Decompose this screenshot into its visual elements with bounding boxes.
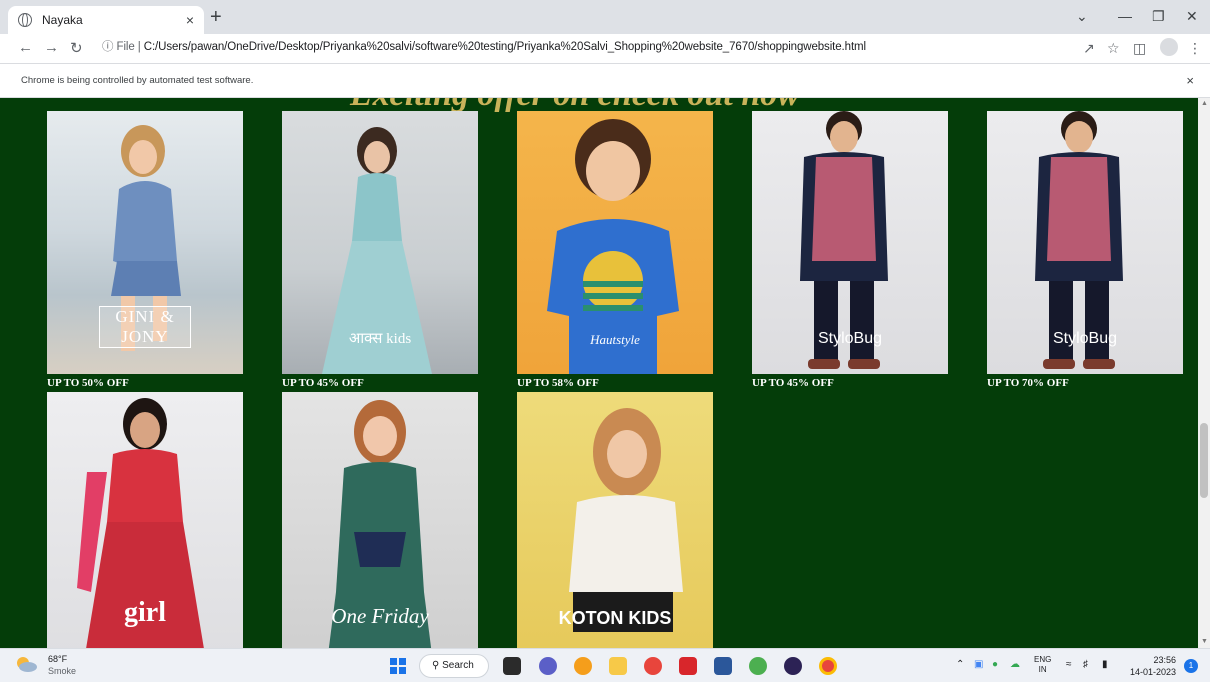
teams-chat-icon[interactable] [539,657,557,675]
product-brand: girl [124,597,166,628]
product-card-aks-kids[interactable]: आक्स kids [282,111,478,374]
scroll-thumb[interactable] [1200,423,1208,498]
tab-close-icon[interactable]: × [186,12,194,28]
scroll-down-arrow-icon[interactable]: ▼ [1201,638,1208,645]
system-clock[interactable]: 23:56 14-01-2023 [1128,654,1176,678]
weather-temperature: 68°F [48,654,68,664]
product-brand: StyloBug [817,330,883,347]
browser-toolbar: ← → ↻ ⓘ File | C:/Users/pawan/OneDrive/D… [0,34,1210,64]
word-icon[interactable] [714,657,732,675]
url-prefix: File [116,41,135,53]
clock-time: 23:56 [1153,655,1176,665]
reload-icon[interactable]: ↻ [70,39,83,57]
product-card-girl[interactable]: girl [47,392,243,648]
address-bar[interactable]: ⓘ File | C:/Users/pawan/OneDrive/Desktop… [102,38,866,54]
battery-icon[interactable]: ▮ [1102,659,1108,670]
task-view-icon[interactable] [503,657,521,675]
shopping-page: Exciting offer on check out now GINI & J… [0,98,1198,648]
new-tab-button[interactable]: + [210,7,222,27]
product-brand: KOTON KIDS [558,608,672,628]
tab-title: Nayaka [42,13,83,27]
search-label: Search [442,660,474,671]
tab-strip: Nayaka × + ⌄ — ❐ ✕ [0,0,1210,34]
taskbar-search-button[interactable]: ⚲ Search [419,654,489,678]
product-card-one-friday[interactable]: One Friday [282,392,478,648]
wifi-icon[interactable]: ≈ [1066,659,1072,670]
product-card-gini-jony[interactable]: GINI & JONY [47,111,243,374]
back-arrow-icon[interactable]: ← [18,39,33,56]
region-code: IN [1038,665,1047,674]
tray-overflow-chevron-icon[interactable]: ⌃ [956,659,964,670]
url-text: C:/Users/pawan/OneDrive/Desktop/Priyanka… [143,41,866,53]
offer-label: UP TO 45% OFF [752,377,834,389]
scroll-up-arrow-icon[interactable]: ▲ [1201,100,1208,107]
forward-arrow-icon[interactable]: → [44,39,59,56]
paint-app-icon[interactable] [749,657,767,675]
infobar-close-icon[interactable]: × [1186,73,1194,88]
tab-search-chevron-icon[interactable]: ⌄ [1076,8,1088,25]
notification-badge[interactable]: 1 [1184,659,1198,673]
automation-infobar: Chrome is being controlled by automated … [0,64,1210,98]
product-brand: GINI & JONY [99,306,191,348]
eclipse-icon[interactable] [784,657,802,675]
weather-description: Smoke [48,666,77,676]
offer-label: UP TO 45% OFF [282,377,364,389]
search-icon: ⚲ [432,660,440,671]
language-code: ENG [1034,655,1052,664]
product-brand: Hautstyle [590,332,640,347]
product-brand: StyloBug [1052,330,1118,347]
window-close-icon[interactable]: ✕ [1186,8,1198,25]
file-explorer-icon[interactable] [609,657,627,675]
page-scrollbar[interactable]: ▲ ▼ [1198,98,1210,648]
tray-sync-icon[interactable]: ☁ [1010,659,1020,670]
minimize-icon[interactable]: — [1118,8,1132,24]
windows-start-icon[interactable] [390,658,406,674]
restore-icon[interactable]: ❐ [1152,8,1165,25]
language-indicator[interactable]: ENG IN [1034,655,1051,675]
globe-icon [18,13,32,27]
weather-cloud-icon[interactable] [14,654,38,674]
volume-icon[interactable]: ♯ [1083,659,1088,670]
offer-label: UP TO 58% OFF [517,377,599,389]
product-card-stylobug-2[interactable]: StyloBug [987,111,1183,374]
tray-app-icon[interactable]: ▣ [974,659,983,670]
browser-tab[interactable]: Nayaka × [8,6,204,34]
infobar-message: Chrome is being controlled by automated … [21,75,254,86]
chrome-icon[interactable] [644,657,662,675]
tray-security-icon[interactable]: ● [992,659,998,670]
product-brand: आक्स kids [348,331,412,347]
acrobat-icon[interactable] [679,657,697,675]
clock-date: 14-01-2023 [1129,667,1176,677]
product-card-koton-kids[interactable]: KOTON KIDS [517,392,713,648]
chrome-active-icon[interactable] [819,657,837,675]
product-card-stylobug-1[interactable]: StyloBug [752,111,948,374]
windows-taskbar: 68°F Smoke ⚲ Search ⌃ ▣ ● ☁ ENG IN ≈ ♯ ▮… [0,648,1210,682]
offer-label: UP TO 50% OFF [47,377,129,389]
product-brand: One Friday [331,604,429,628]
sidebar-icon[interactable]: ◫ [1133,40,1146,57]
firefox-icon[interactable] [574,657,592,675]
offer-label: UP TO 70% OFF [987,377,1069,389]
share-icon[interactable]: ↗ [1083,40,1095,57]
product-card-hautstyle[interactable]: Hautstyle [517,111,713,374]
profile-icon[interactable] [1160,38,1178,56]
star-icon[interactable]: ☆ [1107,40,1120,57]
menu-icon[interactable]: ⋮ [1188,40,1202,57]
info-icon[interactable]: ⓘ [102,41,114,53]
